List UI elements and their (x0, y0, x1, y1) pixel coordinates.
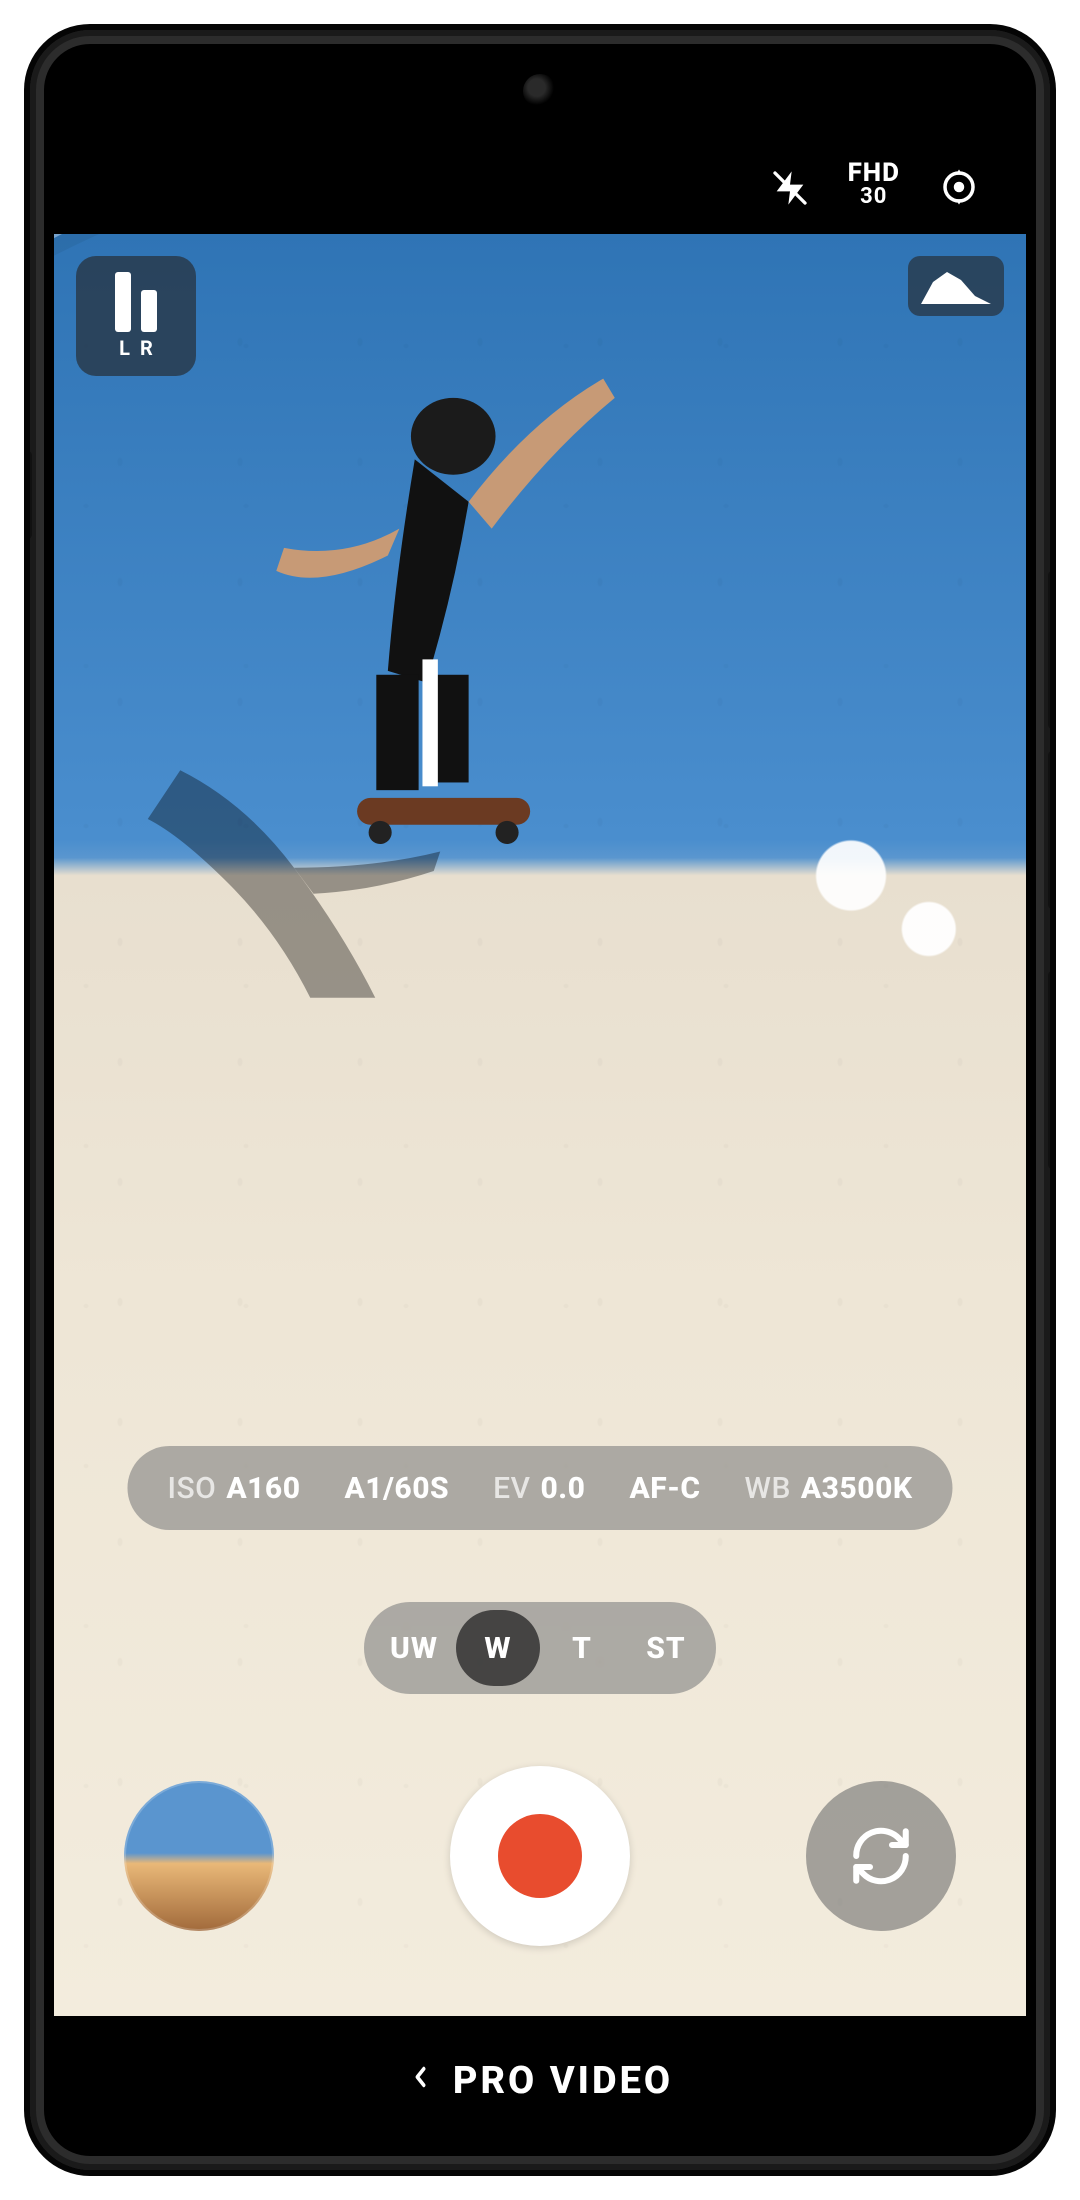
wb-label: WB (745, 1471, 791, 1506)
wb-button[interactable]: WB A3500K (745, 1471, 913, 1506)
front-camera-hole (523, 74, 557, 108)
subject-skater (234, 344, 634, 844)
iso-button[interactable]: ISO A160 (167, 1471, 300, 1506)
pro-settings-pill: ISO A160 A1/60S EV 0.0 AF-C WB (127, 1446, 952, 1530)
shutter-speed-value: A1/60S (345, 1471, 450, 1506)
audio-levels-lr: LR (109, 336, 163, 360)
audio-levels-bars-icon (115, 272, 157, 332)
lens-t[interactable]: T (540, 1610, 624, 1686)
switch-camera-button[interactable] (806, 1781, 956, 1931)
histogram-icon (921, 268, 991, 304)
lens-st[interactable]: ST (624, 1610, 708, 1686)
af-button[interactable]: AF-C (629, 1471, 700, 1506)
phone-frame: FHD 30 (30, 30, 1050, 2170)
chevron-left-icon (410, 2059, 432, 2103)
capture-action-row (54, 1766, 1026, 1946)
lens-uw[interactable]: UW (372, 1610, 456, 1686)
iso-value: A160 (226, 1471, 300, 1506)
subject-shadow (114, 754, 474, 1014)
audio-levels-badge[interactable]: LR (76, 256, 196, 376)
ev-label: EV (493, 1471, 530, 1506)
shutter-speed-button[interactable]: A1/60S (345, 1471, 450, 1506)
settings-wheel-icon[interactable] (938, 166, 980, 208)
flash-off-icon[interactable] (770, 168, 810, 208)
mode-label: PRO VIDEO (453, 2059, 673, 2103)
af-value: AF-C (629, 1471, 700, 1506)
iso-label: ISO (167, 1471, 216, 1506)
ev-value: 0.0 (540, 1471, 585, 1506)
screen: FHD 30 (54, 54, 1026, 2146)
record-button[interactable] (450, 1766, 630, 1946)
switch-camera-icon (848, 1823, 914, 1889)
record-dot-icon (498, 1814, 582, 1898)
wb-value: A3500K (801, 1471, 913, 1506)
viewfinder[interactable]: LR ISO A160 A1/60S (54, 234, 1026, 2016)
ev-button[interactable]: EV 0.0 (493, 1471, 585, 1506)
lens-selector: UW W T ST (364, 1602, 716, 1694)
resolution-fps: 30 (848, 186, 900, 208)
gallery-thumbnail[interactable] (124, 1781, 274, 1931)
histogram-badge[interactable] (908, 256, 1004, 316)
mode-bar[interactable]: PRO VIDEO (54, 2016, 1026, 2146)
resolution-button[interactable]: FHD 30 (848, 160, 900, 208)
lens-w[interactable]: W (456, 1610, 540, 1686)
